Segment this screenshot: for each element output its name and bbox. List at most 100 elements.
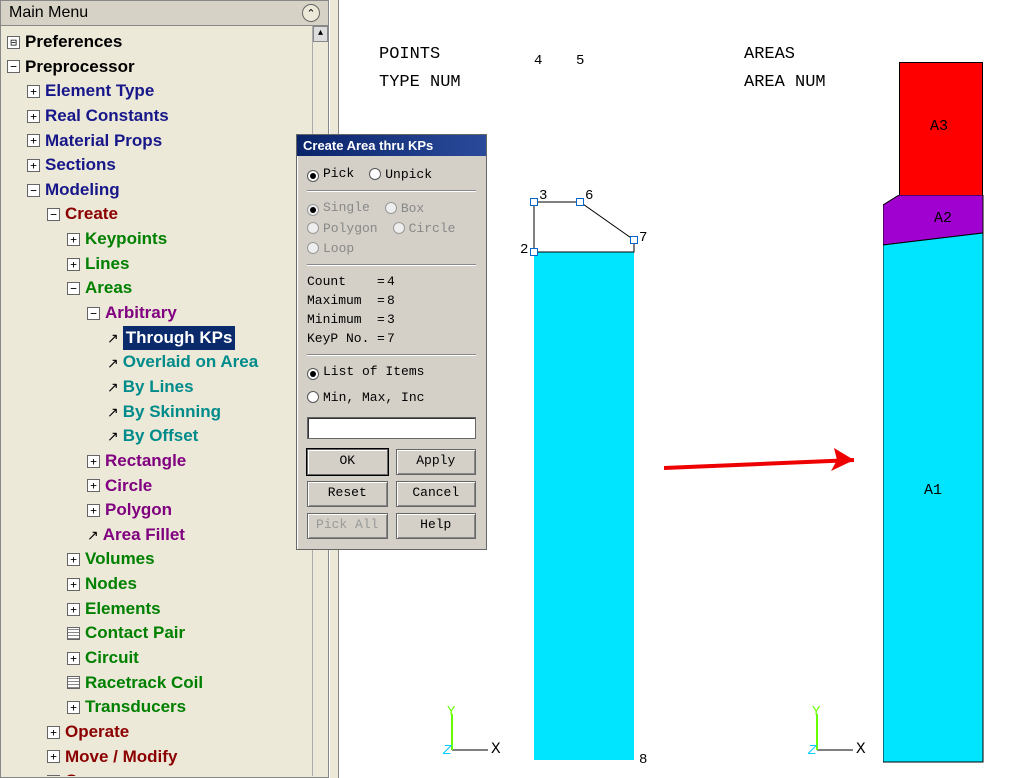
tree-item-label[interactable]: By Offset	[123, 424, 199, 449]
tree-item-label[interactable]: Real Constants	[45, 104, 169, 129]
collapse-icon[interactable]: −	[47, 208, 60, 221]
tree-item-label[interactable]: Keypoints	[85, 227, 167, 252]
kp7-marker[interactable]	[630, 236, 638, 244]
tree-item-label[interactable]: Polygon	[105, 498, 172, 523]
tree-item-label[interactable]: Nodes	[85, 572, 137, 597]
tree-item[interactable]: −Create	[5, 202, 328, 227]
expand-icon[interactable]: +	[67, 652, 80, 665]
radio-unpick[interactable]: Unpick	[369, 166, 432, 182]
expand-icon[interactable]: +	[67, 578, 80, 591]
tree-item-label[interactable]: Transducers	[85, 695, 186, 720]
list-input[interactable]	[307, 417, 476, 439]
tree-item-label[interactable]: By Lines	[123, 375, 194, 400]
tree-item[interactable]: + Sections	[5, 153, 328, 178]
tree-item[interactable]: −Arbitrary	[5, 301, 328, 326]
expand-icon[interactable]: +	[87, 479, 100, 492]
tree-item-label[interactable]: Overlaid on Area	[123, 350, 258, 375]
expand-icon[interactable]: +	[87, 504, 100, 517]
tree-item-label[interactable]: Through KPs	[123, 326, 236, 351]
tree-item[interactable]: + Rectangle	[5, 449, 328, 474]
expand-icon[interactable]: +	[27, 134, 40, 147]
collapse-icon[interactable]: −	[7, 60, 20, 73]
collapse-icon[interactable]: −	[27, 184, 40, 197]
tree-item-label[interactable]: Circle	[105, 474, 152, 499]
reset-button[interactable]: Reset	[307, 481, 388, 507]
apply-button[interactable]: Apply	[396, 449, 477, 475]
kp6-marker[interactable]	[576, 198, 584, 206]
tree-item[interactable]: −Areas	[5, 276, 328, 301]
tree-item[interactable]: + Material Props	[5, 129, 328, 154]
tree-item-label[interactable]: Volumes	[85, 547, 155, 572]
tree-item[interactable]: −Modeling	[5, 178, 328, 203]
tree-item[interactable]: Racetrack Coil	[5, 671, 328, 696]
tree-item-label[interactable]: Areas	[85, 276, 132, 301]
tree-item[interactable]: ↗By Offset	[5, 424, 328, 449]
tree-item[interactable]: −Preprocessor	[5, 55, 328, 80]
collapse-icon[interactable]: −	[87, 307, 100, 320]
tree-item[interactable]: + Copy	[5, 769, 328, 776]
tree-item[interactable]: + Transducers	[5, 695, 328, 720]
tree-item-label[interactable]: By Skinning	[123, 400, 221, 425]
tree-item[interactable]: + Keypoints	[5, 227, 328, 252]
tree-item-label[interactable]: Circuit	[85, 646, 139, 671]
tree-item-label[interactable]: Racetrack Coil	[85, 671, 203, 696]
tree-item-label[interactable]: Sections	[45, 153, 116, 178]
tree-item[interactable]: + Element Type	[5, 79, 328, 104]
expand-icon[interactable]: +	[47, 726, 60, 739]
tree-item-label[interactable]: Element Type	[45, 79, 154, 104]
tree-item-label[interactable]: Lines	[85, 252, 129, 277]
tree-item[interactable]: + Real Constants	[5, 104, 328, 129]
ok-button[interactable]: OK	[307, 449, 388, 475]
tree-item-label[interactable]: Elements	[85, 597, 161, 622]
scroll-up-button[interactable]: ▴	[313, 26, 328, 42]
collapse-icon[interactable]: ⊟	[7, 36, 20, 49]
tree-item[interactable]: ↗By Skinning	[5, 400, 328, 425]
expand-icon[interactable]: +	[67, 258, 80, 271]
expand-icon[interactable]: +	[67, 603, 80, 616]
tree-item[interactable]: + Elements	[5, 597, 328, 622]
expand-icon[interactable]: +	[27, 159, 40, 172]
tree-item-label[interactable]: Rectangle	[105, 449, 186, 474]
tree-item-label[interactable]: Preprocessor	[25, 55, 135, 80]
collapse-icon[interactable]: −	[67, 282, 80, 295]
tree-item[interactable]: ↗Through KPs	[5, 326, 328, 351]
tree-item-label[interactable]: Create	[65, 202, 118, 227]
expand-icon[interactable]: +	[47, 775, 60, 776]
expand-icon[interactable]: +	[67, 553, 80, 566]
kp3-marker[interactable]	[530, 198, 538, 206]
tree-item[interactable]: + Circuit	[5, 646, 328, 671]
tree-item[interactable]: + Lines	[5, 252, 328, 277]
tree-item-label[interactable]: Preferences	[25, 30, 122, 55]
cancel-button[interactable]: Cancel	[396, 481, 477, 507]
expand-icon[interactable]: +	[27, 110, 40, 123]
tree-item-label[interactable]: Area Fillet	[103, 523, 185, 548]
collapse-button[interactable]: ⌃	[302, 4, 320, 22]
tree-item-label[interactable]: Copy	[65, 769, 108, 776]
tree-item-label[interactable]: Contact Pair	[85, 621, 185, 646]
tree-item[interactable]: + Polygon	[5, 498, 328, 523]
expand-icon[interactable]: +	[67, 701, 80, 714]
tree-item-label[interactable]: Modeling	[45, 178, 120, 203]
radio-minmax[interactable]: Min, Max, Inc	[307, 389, 424, 405]
tree-item[interactable]: ↗Area Fillet	[5, 523, 328, 548]
expand-icon[interactable]: +	[47, 750, 60, 763]
tree-item[interactable]: ⊟ Preferences	[5, 30, 328, 55]
tree-item-label[interactable]: Move / Modify	[65, 745, 177, 770]
tree-item[interactable]: + Move / Modify	[5, 745, 328, 770]
tree-item[interactable]: ↗Overlaid on Area	[5, 350, 328, 375]
tree-item-label[interactable]: Material Props	[45, 129, 162, 154]
tree-item[interactable]: + Nodes	[5, 572, 328, 597]
expand-icon[interactable]: +	[27, 85, 40, 98]
tree-item-label[interactable]: Operate	[65, 720, 129, 745]
expand-icon[interactable]: +	[87, 455, 100, 468]
tree-item[interactable]: ↗By Lines	[5, 375, 328, 400]
help-button[interactable]: Help	[396, 513, 477, 539]
radio-list-items[interactable]: List of Items	[307, 364, 424, 379]
tree-item[interactable]: + Volumes	[5, 547, 328, 572]
expand-icon[interactable]: +	[67, 233, 80, 246]
tree-item[interactable]: + Circle	[5, 474, 328, 499]
tree-item-label[interactable]: Arbitrary	[105, 301, 177, 326]
kp2-marker[interactable]	[530, 248, 538, 256]
radio-pick[interactable]: Pick	[307, 166, 354, 182]
tree-item[interactable]: Contact Pair	[5, 621, 328, 646]
